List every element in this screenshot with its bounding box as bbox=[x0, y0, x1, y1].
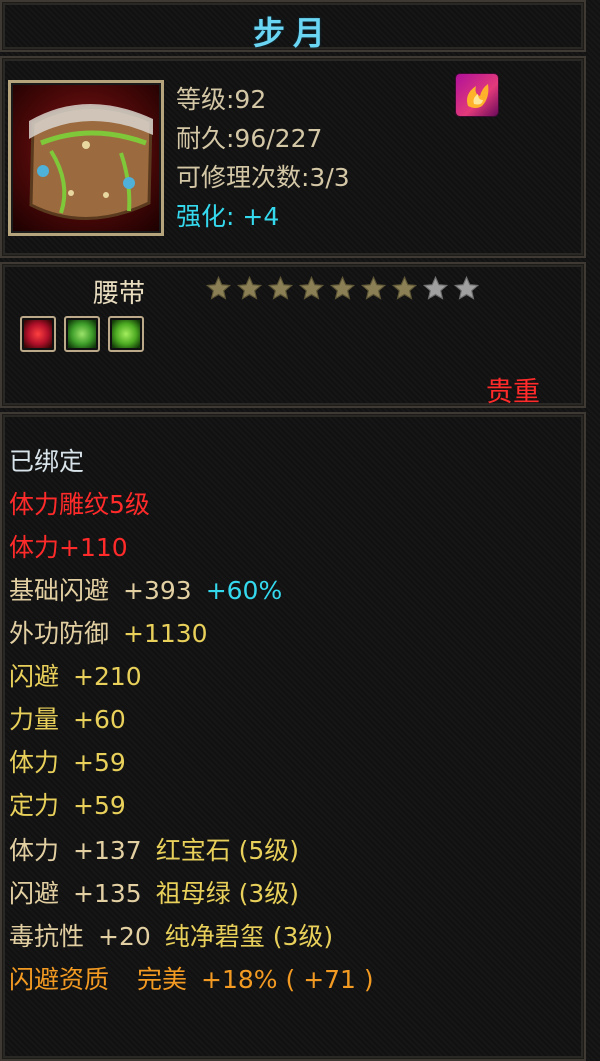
stat-line: 力量 +60 bbox=[9, 705, 126, 735]
stat-label: 体力 bbox=[9, 748, 60, 777]
stat-label: 基础闪避 bbox=[9, 576, 110, 605]
stat-label: 闪避 bbox=[9, 662, 60, 691]
star-filled-icon bbox=[329, 275, 356, 300]
flame-skill-badge-icon[interactable] bbox=[456, 74, 498, 116]
item-repair-count: 可修理次数:3/3 bbox=[176, 163, 350, 192]
item-durability: 耐久:96/227 bbox=[176, 124, 323, 153]
gem-stat-line: 体力 +137 红宝石 (5级) bbox=[9, 836, 299, 866]
star-rating bbox=[205, 275, 480, 302]
base-dodge-line: 基础闪避 +393 +60% bbox=[9, 576, 282, 606]
engraving-bonus-line: 体力+110 bbox=[9, 533, 128, 562]
item-level: 等级:92 bbox=[176, 85, 267, 114]
stat-value: +135 bbox=[73, 879, 142, 908]
green-gem-socket-icon[interactable] bbox=[64, 316, 100, 352]
stat-value: +59 bbox=[73, 791, 126, 820]
quality-value: +18% ( +71 ) bbox=[201, 965, 374, 994]
stat-label: 毒抗性 bbox=[9, 922, 85, 951]
belt-item-icon[interactable] bbox=[8, 80, 164, 236]
item-rarity: 贵重 bbox=[486, 377, 540, 408]
stat-label: 体力 bbox=[9, 836, 60, 865]
item-enhance-level: 强化: +4 bbox=[176, 202, 280, 231]
stat-label: 力量 bbox=[9, 705, 60, 734]
quality-line: 闪避资质 完美 +18% ( +71 ) bbox=[9, 965, 374, 995]
stat-label: 定力 bbox=[9, 791, 60, 820]
star-filled-icon bbox=[391, 275, 418, 300]
stat-value: +60 bbox=[73, 705, 126, 734]
star-filled-icon bbox=[267, 275, 294, 300]
red-gem-socket-icon[interactable] bbox=[20, 316, 56, 352]
stat-line: 闪避 +210 bbox=[9, 662, 142, 692]
stat-value: +210 bbox=[73, 662, 142, 691]
item-name: 步月 bbox=[252, 14, 333, 52]
gem-name: 红宝石 (5级) bbox=[155, 836, 300, 865]
stat-line: 体力 +59 bbox=[9, 748, 126, 778]
star-filled-icon bbox=[360, 275, 387, 300]
title-bar: 步月 bbox=[0, 0, 586, 52]
gem-stat-line: 闪避 +135 祖母绿 (3级) bbox=[9, 879, 299, 909]
star-empty-icon bbox=[422, 275, 449, 300]
star-filled-icon bbox=[236, 275, 263, 300]
stat-value: +20 bbox=[98, 922, 151, 951]
gem-sockets bbox=[20, 316, 144, 352]
stat-value: +393 bbox=[123, 576, 192, 605]
stat-percent: +60% bbox=[205, 576, 283, 605]
gem-name: 祖母绿 (3级) bbox=[155, 879, 300, 908]
stat-value: +59 bbox=[73, 748, 126, 777]
star-empty-icon bbox=[453, 275, 480, 300]
stat-label: 闪避 bbox=[9, 879, 60, 908]
quality-label: 闪避资质 bbox=[9, 965, 110, 994]
item-type: 腰带 bbox=[93, 279, 146, 309]
stat-label: 外功防御 bbox=[9, 619, 110, 648]
stat-line: 外功防御 +1130 bbox=[9, 619, 208, 649]
gem-name: 纯净碧玺 (3级) bbox=[164, 922, 334, 951]
stat-line: 定力 +59 bbox=[9, 791, 126, 821]
gem-stat-line: 毒抗性 +20 纯净碧玺 (3级) bbox=[9, 922, 333, 952]
green-gem-socket-icon[interactable] bbox=[108, 316, 144, 352]
stat-value: +1130 bbox=[123, 619, 208, 648]
star-filled-icon bbox=[205, 275, 232, 300]
quality-grade: 完美 bbox=[137, 965, 188, 994]
star-filled-icon bbox=[298, 275, 325, 300]
engraving-line: 体力雕纹5级 bbox=[9, 490, 150, 519]
bound-status: 已绑定 bbox=[9, 447, 85, 476]
stat-value: +137 bbox=[73, 836, 142, 865]
